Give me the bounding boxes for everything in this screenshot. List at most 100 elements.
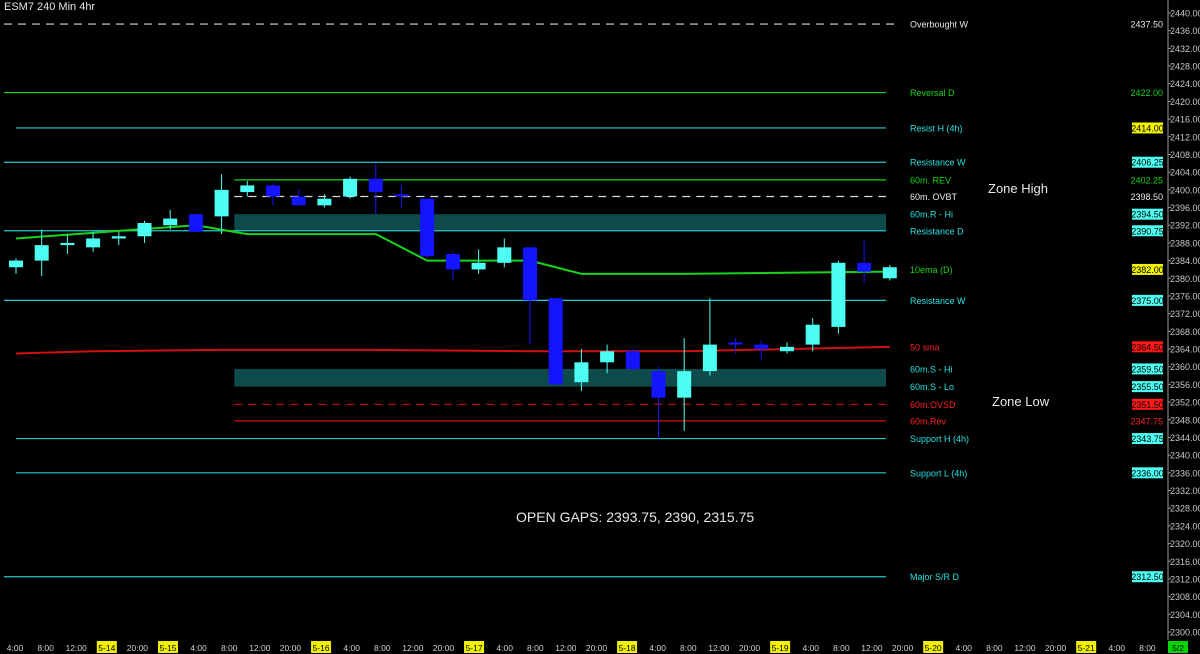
candle-body [754,344,769,350]
candle-body [266,185,280,197]
price-tick-label: 2420.00 [1170,97,1200,107]
level-label: Resist H (4h) [910,123,963,133]
level-label: Support L (4h) [910,468,967,478]
level-label: 50 sma [910,342,940,352]
candle-body [831,262,846,327]
time-tick-label: 12:00 [1014,643,1036,653]
level-label: 60m.Rev [910,416,947,426]
level-label: 60m. REV [910,175,951,185]
price-tick-label: 2340.00 [1170,451,1200,461]
time-tick-label: 8:00 [680,643,697,653]
price-tick-label: 2308.00 [1170,592,1200,602]
candle-body [702,344,717,372]
price-tick-label: 2328.00 [1170,504,1200,514]
time-tick-label: 5-16 [313,643,330,653]
level-value: 2347.75 [1130,416,1163,426]
level-label: 10ema (D) [910,265,953,275]
level-value: 2351.50 [1131,400,1164,410]
candle-body [34,245,49,261]
price-tick-label: 2332.00 [1170,486,1200,496]
time-tick-label: 12:00 [402,643,424,653]
price-tick-label: 2352.00 [1170,398,1200,408]
price-tick-label: 2312.00 [1170,574,1200,584]
chart-title: ESM7 240 Min 4hr [4,1,96,13]
price-tick-label: 2432.00 [1170,44,1200,54]
price-tick-label: 2400.00 [1170,185,1200,195]
time-tick-label: 4:00 [802,643,819,653]
price-tick-label: 2344.00 [1170,433,1200,443]
price-tick-label: 2300.00 [1170,628,1200,638]
time-tick-label: 4:00 [496,643,513,653]
candle-body [805,324,820,345]
price-tick-label: 2368.00 [1170,327,1200,337]
level-value: 2375.00 [1131,296,1164,306]
time-tick-label: 20:00 [586,643,608,653]
price-tick-label: 2348.00 [1170,415,1200,425]
level-value: 2406.25 [1131,158,1164,168]
level-value: 2414.00 [1131,123,1164,133]
time-tick-label: 5-20 [925,643,942,653]
candle-body [368,178,383,193]
level-value: 2402.25 [1130,175,1163,185]
level-value: 2398.50 [1130,192,1163,202]
price-chart[interactable]: Overbought W 2437.50 Reversal D 2422.00 Resi… [0,0,1200,654]
level-label: Resistance W [910,296,966,306]
level-value: 2336.00 [1131,468,1164,478]
time-tick-label: 20:00 [739,643,761,653]
time-tick-label: 5-18 [619,643,636,653]
price-tick-label: 2416.00 [1170,115,1200,125]
zone-low-note: Zone Low [992,394,1050,409]
price-tick-label: 2356.00 [1170,380,1200,390]
candle-body [240,185,255,193]
price-tick-label: 2440.00 [1170,9,1200,19]
candle-body [882,267,897,279]
candle-body [291,196,306,206]
time-tick-label: 20:00 [127,643,149,653]
time-tick-label: 12:00 [66,643,88,653]
candle-body [317,198,332,206]
price-tick-label: 2388.00 [1170,238,1200,248]
price-tick-label: 2428.00 [1170,62,1200,72]
time-tick-label: 4:00 [649,643,666,653]
level-value: 2364.50 [1131,342,1164,352]
candle-body [471,262,486,270]
price-tick-label: 2380.00 [1170,274,1200,284]
time-tick-label: 8:00 [986,643,1003,653]
time-tick-label: 8:00 [833,643,850,653]
time-tick-label: 5-17 [466,643,483,653]
time-tick-label: 5/2 [1172,643,1184,653]
price-tick-label: 2304.00 [1170,610,1200,620]
price-tick-label: 2364.00 [1170,345,1200,355]
price-tick-label: 2404.00 [1170,168,1200,178]
zone-band [234,214,887,231]
price-tick-label: 2408.00 [1170,150,1200,160]
price-tick-label: 2436.00 [1170,26,1200,36]
time-tick-label: 8:00 [221,643,238,653]
candle-body [548,298,563,385]
candle-body [9,260,23,268]
level-label: Resistance W [910,158,966,168]
time-tick-label: 4:00 [1109,643,1126,653]
time-tick-label: 4:00 [343,643,360,653]
candle-body [86,238,101,248]
candle-body [343,178,358,197]
candle-body [394,194,409,197]
candle-body [574,362,589,383]
price-tick-label: 2396.00 [1170,203,1200,213]
candle-body [600,351,615,363]
level-value: 2343.75 [1131,434,1164,444]
level-label: 60m.OVSD [910,400,956,410]
level-label: Overbought W [910,20,969,30]
time-tick-label: 8:00 [37,643,54,653]
price-tick-label: 2360.00 [1170,362,1200,372]
time-tick-label: 8:00 [1139,643,1156,653]
time-tick-label: 20:00 [892,643,914,653]
candle-body [214,189,229,217]
candle-body [60,242,75,246]
level-value: 2394.50 [1131,210,1164,220]
time-tick-label: 20:00 [1045,643,1067,653]
level-value: 2355.50 [1131,382,1164,392]
price-tick-label: 2324.00 [1170,521,1200,531]
level-value: 2390.75 [1131,226,1164,236]
candle-body [728,342,743,345]
